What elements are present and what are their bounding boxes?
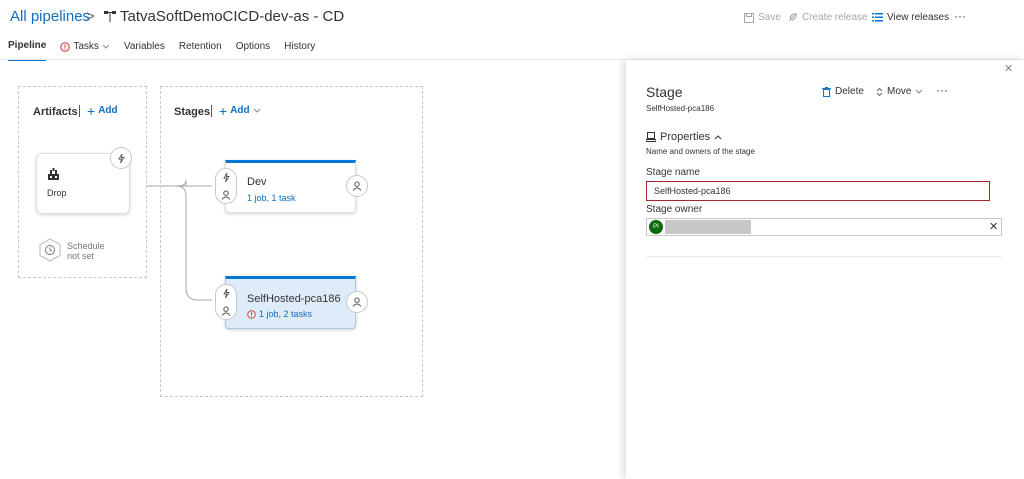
chevron-down-icon bbox=[253, 108, 260, 113]
build-artifact-icon bbox=[48, 168, 59, 180]
properties-section-toggle[interactable]: Properties bbox=[646, 131, 722, 143]
selfhosted-post-deployment-approvals[interactable] bbox=[346, 291, 368, 313]
stages-title: Stages bbox=[174, 106, 211, 118]
panel-more-button[interactable]: ··· bbox=[936, 83, 948, 97]
panel-subtitle: SelfHosted-pca186 bbox=[646, 104, 715, 113]
owner-avatar: PI bbox=[649, 220, 663, 234]
person-icon bbox=[352, 297, 362, 307]
stage-summary-label: 1 job, 1 task bbox=[247, 193, 296, 203]
more-actions-button[interactable]: ··· bbox=[954, 9, 966, 23]
save-button[interactable]: Save bbox=[744, 12, 781, 23]
view-releases-button[interactable]: View releases bbox=[872, 12, 949, 23]
stage-name-input[interactable] bbox=[646, 181, 990, 201]
stage-summary-label: 1 job, 2 tasks bbox=[259, 309, 313, 319]
properties-icon bbox=[646, 132, 656, 142]
artifact-name: Drop bbox=[47, 188, 67, 198]
add-stage-label: Add bbox=[230, 105, 250, 116]
add-stage-button[interactable]: + Add bbox=[219, 102, 261, 119]
stage-summary[interactable]: 1 job, 2 tasks bbox=[247, 309, 312, 319]
delete-stage-button[interactable]: Delete bbox=[822, 86, 864, 97]
person-icon bbox=[221, 190, 231, 200]
stage-card-selfhosted[interactable]: SelfHosted-pca186 1 job, 2 tasks bbox=[225, 276, 356, 329]
schedule-line2: not set bbox=[67, 251, 95, 261]
chevron-down-icon bbox=[916, 89, 923, 94]
rocket-icon bbox=[788, 12, 797, 22]
view-releases-label: View releases bbox=[887, 12, 950, 23]
schedule-icon bbox=[39, 238, 61, 262]
stage-owner-label: Stage owner bbox=[646, 204, 703, 215]
person-icon bbox=[352, 181, 362, 191]
stages-divider bbox=[211, 105, 212, 117]
artifacts-title: Artifacts bbox=[33, 106, 78, 118]
panel-title: Stage bbox=[646, 84, 683, 100]
add-artifact-label: Add bbox=[98, 105, 118, 116]
plus-icon: + bbox=[87, 102, 96, 119]
close-panel-button[interactable]: ✕ bbox=[1004, 62, 1013, 75]
create-release-button[interactable]: Create release bbox=[787, 12, 868, 23]
stage-summary[interactable]: 1 job, 1 task bbox=[247, 193, 296, 203]
chevron-up-icon bbox=[714, 135, 722, 140]
create-release-label: Create release bbox=[802, 12, 868, 23]
stage-name: Dev bbox=[247, 176, 267, 188]
list-icon bbox=[872, 13, 883, 22]
person-icon bbox=[221, 306, 231, 316]
stage-card-dev[interactable]: Dev 1 job, 1 task bbox=[225, 160, 356, 213]
clear-owner-button[interactable]: ✕ bbox=[989, 220, 998, 233]
sort-icon bbox=[876, 87, 883, 96]
stages-section bbox=[160, 86, 423, 397]
dev-pre-deployment-conditions[interactable] bbox=[215, 168, 237, 204]
dev-post-deployment-approvals[interactable] bbox=[346, 175, 368, 197]
properties-description: Name and owners of the stage bbox=[646, 147, 755, 156]
save-icon bbox=[744, 12, 754, 23]
owner-name-redacted bbox=[665, 220, 751, 234]
lightning-icon bbox=[222, 289, 230, 299]
stage-name: SelfHosted-pca186 bbox=[247, 293, 341, 305]
add-artifact-button[interactable]: + Add bbox=[87, 102, 118, 119]
delete-label: Delete bbox=[835, 86, 864, 97]
move-stage-button[interactable]: Move bbox=[876, 86, 923, 97]
artifact-trigger-button[interactable] bbox=[110, 147, 132, 169]
warning-circle-icon bbox=[247, 309, 256, 319]
artifacts-divider bbox=[79, 105, 80, 117]
lightning-icon bbox=[117, 153, 125, 163]
trash-icon bbox=[822, 86, 831, 97]
schedule-line1: Schedule bbox=[67, 241, 105, 251]
lightning-icon bbox=[222, 173, 230, 183]
stage-owner-picker[interactable]: PI ✕ bbox=[646, 218, 1002, 236]
properties-label: Properties bbox=[660, 131, 711, 143]
panel-divider bbox=[646, 256, 1002, 257]
plus-icon: + bbox=[219, 102, 228, 119]
move-label: Move bbox=[887, 86, 912, 97]
save-label: Save bbox=[758, 12, 781, 23]
stage-properties-panel: ✕ Stage SelfHosted-pca186 Delete Move ··… bbox=[626, 60, 1024, 479]
schedule-status: Schedule not set bbox=[67, 241, 105, 261]
stage-name-label: Stage name bbox=[646, 167, 700, 178]
selfhosted-pre-deployment-conditions[interactable] bbox=[215, 284, 237, 320]
schedule-trigger-button[interactable] bbox=[38, 238, 62, 262]
